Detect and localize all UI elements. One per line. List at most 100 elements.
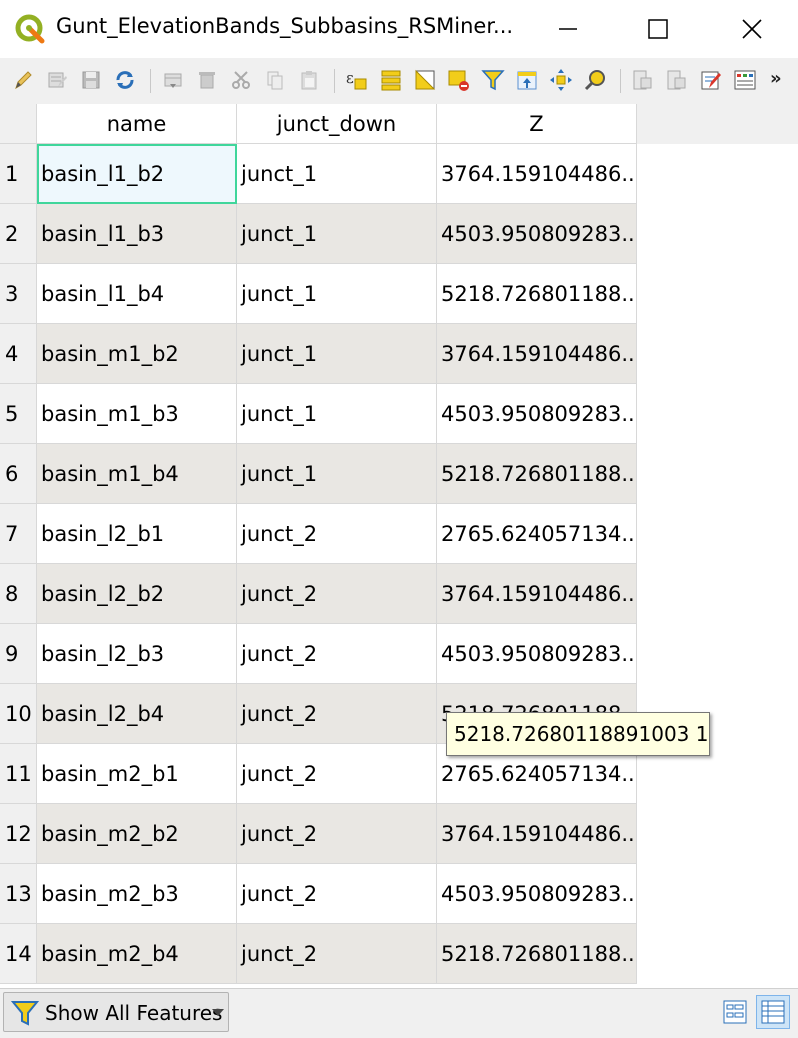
pan-to-selected-icon[interactable]: [548, 67, 574, 93]
cell-junct-down[interactable]: junct_2: [237, 864, 437, 924]
save-edits-icon[interactable]: [78, 67, 104, 93]
row-number[interactable]: 11: [0, 744, 37, 804]
delete-feature-icon[interactable]: [194, 67, 220, 93]
cell-name[interactable]: basin_l1_b4: [37, 264, 237, 324]
multi-edit-icon[interactable]: [44, 67, 70, 93]
table-row[interactable]: 3 basin_l1_b4 junct_1 5218.726801188...: [0, 264, 637, 324]
cell-z[interactable]: 3764.159104486...: [437, 804, 637, 864]
cell-name[interactable]: basin_l1_b3: [37, 204, 237, 264]
minimize-button[interactable]: [522, 0, 614, 58]
cell-junct-down[interactable]: junct_1: [237, 444, 437, 504]
cell-z[interactable]: 4503.950809283...: [437, 384, 637, 444]
cell-junct-down[interactable]: junct_2: [237, 744, 437, 804]
attribute-toolbar: ε »: [0, 58, 798, 104]
table-view-button[interactable]: [756, 995, 790, 1029]
add-feature-icon[interactable]: [160, 67, 186, 93]
move-selection-top-icon[interactable]: [514, 67, 540, 93]
row-number[interactable]: 4: [0, 324, 37, 384]
cell-name[interactable]: basin_m1_b3: [37, 384, 237, 444]
row-number[interactable]: 2: [0, 204, 37, 264]
table-header: name junct_down Z: [0, 104, 798, 144]
cell-name[interactable]: basin_l2_b1: [37, 504, 237, 564]
table-row[interactable]: 14 basin_m2_b4 junct_2 5218.726801188...: [0, 924, 637, 984]
cell-name[interactable]: basin_l2_b3: [37, 624, 237, 684]
row-number[interactable]: 14: [0, 924, 37, 984]
row-number[interactable]: 10: [0, 684, 37, 744]
cell-name[interactable]: basin_l1_b2: [37, 144, 237, 204]
table-row[interactable]: 8 basin_l2_b2 junct_2 3764.159104486...: [0, 564, 637, 624]
row-number[interactable]: 8: [0, 564, 37, 624]
cell-name[interactable]: basin_m2_b1: [37, 744, 237, 804]
deselect-all-icon[interactable]: [446, 67, 472, 93]
cell-z[interactable]: 5218.726801188...: [437, 264, 637, 324]
cell-name[interactable]: basin_m2_b3: [37, 864, 237, 924]
cell-z[interactable]: 3764.159104486...: [437, 564, 637, 624]
row-number[interactable]: 5: [0, 384, 37, 444]
cell-z[interactable]: 4503.950809283...: [437, 624, 637, 684]
table-row[interactable]: 13 basin_m2_b3 junct_2 4503.950809283...: [0, 864, 637, 924]
row-number[interactable]: 1: [0, 144, 37, 204]
table-row[interactable]: 4 basin_m1_b2 junct_1 3764.159104486...: [0, 324, 637, 384]
cell-z[interactable]: 5218.726801188...: [437, 444, 637, 504]
cell-junct-down[interactable]: junct_2: [237, 924, 437, 984]
cell-z[interactable]: 5218.726801188...: [437, 924, 637, 984]
select-all-corner[interactable]: [0, 104, 37, 144]
close-button[interactable]: [706, 0, 798, 58]
table-row[interactable]: 2 basin_l1_b3 junct_1 4503.950809283...: [0, 204, 637, 264]
table-row[interactable]: 1 basin_l1_b2 junct_1 3764.159104486...: [0, 144, 637, 204]
delete-field-icon[interactable]: [664, 67, 690, 93]
cell-z[interactable]: 3764.159104486...: [437, 144, 637, 204]
zoom-to-selected-icon[interactable]: [582, 67, 608, 93]
cut-icon[interactable]: [228, 67, 254, 93]
cell-name[interactable]: basin_m2_b2: [37, 804, 237, 864]
copy-icon[interactable]: [262, 67, 288, 93]
form-view-button[interactable]: [718, 995, 752, 1029]
cell-z[interactable]: 3764.159104486...: [437, 324, 637, 384]
paste-icon[interactable]: [296, 67, 322, 93]
toolbar-overflow-button[interactable]: »: [770, 68, 782, 89]
filter-select-icon[interactable]: [480, 67, 506, 93]
cell-junct-down[interactable]: junct_1: [237, 204, 437, 264]
cell-name[interactable]: basin_m1_b2: [37, 324, 237, 384]
invert-selection-icon[interactable]: [412, 67, 438, 93]
cell-junct-down[interactable]: junct_1: [237, 264, 437, 324]
cell-junct-down[interactable]: junct_2: [237, 564, 437, 624]
cell-z[interactable]: 4503.950809283...: [437, 204, 637, 264]
cell-junct-down[interactable]: junct_1: [237, 144, 437, 204]
table-row[interactable]: 6 basin_m1_b4 junct_1 5218.726801188...: [0, 444, 637, 504]
cell-junct-down[interactable]: junct_2: [237, 504, 437, 564]
cell-z[interactable]: 4503.950809283...: [437, 864, 637, 924]
show-features-filter-button[interactable]: Show All Features: [3, 992, 229, 1032]
row-number[interactable]: 12: [0, 804, 37, 864]
row-number[interactable]: 7: [0, 504, 37, 564]
cell-junct-down[interactable]: junct_2: [237, 804, 437, 864]
cell-z[interactable]: 2765.624057134...: [437, 504, 637, 564]
column-header-name[interactable]: name: [37, 104, 237, 144]
cell-name[interactable]: basin_m1_b4: [37, 444, 237, 504]
table-row[interactable]: 12 basin_m2_b2 junct_2 3764.159104486...: [0, 804, 637, 864]
cell-junct-down[interactable]: junct_2: [237, 624, 437, 684]
cell-junct-down[interactable]: junct_1: [237, 324, 437, 384]
new-field-icon[interactable]: [630, 67, 656, 93]
column-header-z[interactable]: Z: [437, 104, 637, 144]
select-by-expression-icon[interactable]: ε: [344, 67, 370, 93]
row-number[interactable]: 9: [0, 624, 37, 684]
cell-junct-down[interactable]: junct_2: [237, 684, 437, 744]
maximize-button[interactable]: [612, 0, 704, 58]
table-row[interactable]: 9 basin_l2_b3 junct_2 4503.950809283...: [0, 624, 637, 684]
row-number[interactable]: 13: [0, 864, 37, 924]
select-all-icon[interactable]: [378, 67, 404, 93]
column-header-junct-down[interactable]: junct_down: [237, 104, 437, 144]
row-number[interactable]: 3: [0, 264, 37, 324]
cell-name[interactable]: basin_l2_b2: [37, 564, 237, 624]
reload-icon[interactable]: [112, 67, 138, 93]
cell-name[interactable]: basin_m2_b4: [37, 924, 237, 984]
row-number[interactable]: 6: [0, 444, 37, 504]
cell-junct-down[interactable]: junct_1: [237, 384, 437, 444]
cell-name[interactable]: basin_l2_b4: [37, 684, 237, 744]
field-calculator-icon[interactable]: [698, 67, 724, 93]
table-row[interactable]: 5 basin_m1_b3 junct_1 4503.950809283...: [0, 384, 637, 444]
conditional-formatting-icon[interactable]: [732, 67, 758, 93]
toggle-editing-icon[interactable]: [10, 67, 36, 93]
table-row[interactable]: 7 basin_l2_b1 junct_2 2765.624057134...: [0, 504, 637, 564]
